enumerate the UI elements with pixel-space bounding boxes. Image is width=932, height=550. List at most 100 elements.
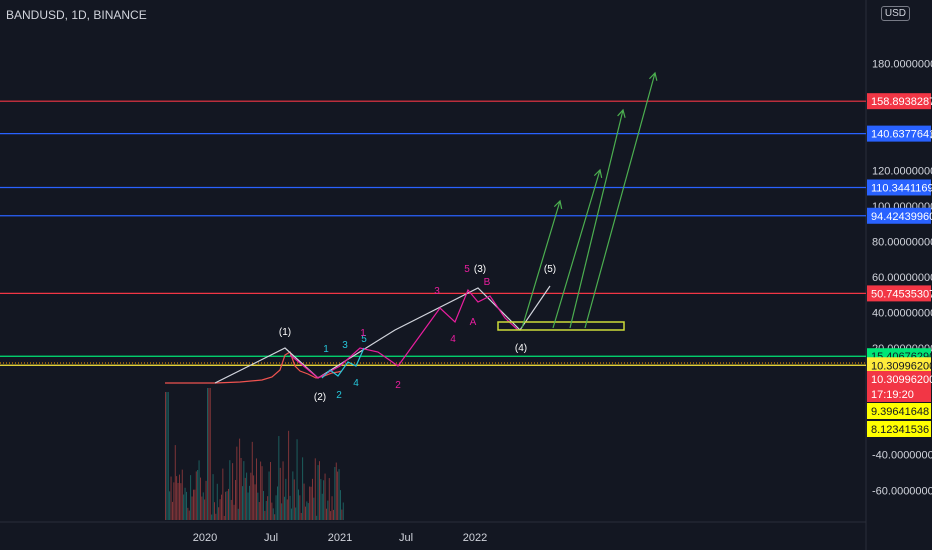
volume-bar bbox=[173, 482, 175, 520]
price-tag-label: 17:19:20 bbox=[871, 389, 914, 401]
y-tick-label: 180.00000000 bbox=[872, 59, 932, 71]
volume-bar bbox=[327, 500, 329, 520]
volume-bar bbox=[302, 457, 304, 520]
volume-bar bbox=[295, 507, 297, 520]
wave-label: (5) bbox=[544, 264, 556, 275]
volume-bar bbox=[209, 388, 211, 520]
volume-bar bbox=[278, 436, 280, 520]
subwave-label: 4 bbox=[353, 378, 359, 389]
volume-bar bbox=[267, 496, 269, 520]
volume-bar bbox=[181, 469, 183, 520]
volume-bar bbox=[323, 480, 325, 520]
volume-bar bbox=[282, 461, 284, 520]
volume-bar bbox=[242, 486, 243, 520]
volume-bar bbox=[299, 495, 301, 520]
volume-bar bbox=[198, 460, 200, 520]
volume-bar bbox=[228, 488, 229, 520]
projection-arrow bbox=[552, 169, 601, 329]
level-price-tag-label: 50.74535307 bbox=[871, 288, 932, 300]
volume-bar bbox=[223, 515, 225, 520]
volume-bar bbox=[337, 471, 339, 520]
volume-bar bbox=[229, 460, 231, 520]
volume-bar bbox=[216, 483, 218, 520]
volume-bar bbox=[261, 466, 263, 520]
price-tag-label: 8.12341536 bbox=[871, 424, 929, 436]
volume-bar bbox=[184, 487, 186, 520]
pattern-label: 2 bbox=[395, 380, 401, 391]
volume-bar bbox=[340, 490, 341, 520]
volume-bar bbox=[208, 388, 210, 520]
price-tag-label: 9.39641648 bbox=[871, 406, 929, 418]
volume-bar bbox=[195, 471, 197, 520]
volume-bar bbox=[176, 476, 178, 520]
volume-bar bbox=[333, 509, 334, 520]
volume-bar bbox=[286, 499, 288, 520]
volume-bar bbox=[319, 461, 320, 520]
volume-bar bbox=[321, 493, 323, 520]
volume-bar bbox=[284, 496, 285, 520]
volume-bar bbox=[256, 458, 257, 520]
volume-bar bbox=[191, 496, 193, 520]
volume-bar bbox=[260, 461, 262, 520]
volume-bar bbox=[317, 465, 319, 520]
volume-bar bbox=[275, 495, 277, 520]
volume-bar bbox=[247, 492, 249, 520]
volume-bar bbox=[320, 479, 322, 520]
volume-bar bbox=[233, 504, 235, 520]
volume-bar bbox=[281, 503, 283, 520]
price-tag-label: 10.30996200 bbox=[871, 374, 932, 386]
volume-bar bbox=[167, 392, 169, 520]
volume-bar bbox=[177, 482, 179, 520]
pattern-label: 4 bbox=[450, 334, 456, 345]
volume-bar bbox=[194, 489, 196, 520]
volume-bar bbox=[250, 472, 252, 520]
volume-bar bbox=[188, 510, 190, 520]
volume-bar bbox=[197, 470, 199, 520]
volume-bar bbox=[214, 502, 215, 520]
volume-bar bbox=[190, 475, 192, 520]
volume-bar bbox=[200, 477, 201, 520]
volume-bar bbox=[226, 491, 228, 520]
price-chart[interactable]: 180.00000000140.00000000120.00000000100.… bbox=[0, 0, 932, 550]
volume-bar bbox=[221, 494, 222, 520]
volume-bar bbox=[328, 478, 330, 520]
volume-bar bbox=[169, 491, 171, 520]
volume-bar bbox=[288, 430, 290, 520]
volume-bar bbox=[310, 486, 312, 520]
volume-bar bbox=[279, 467, 281, 520]
pattern-label: B bbox=[484, 277, 491, 288]
volume-bar bbox=[249, 485, 250, 520]
volume-bar bbox=[303, 483, 305, 520]
level-price-tag-label: 10.30996200 bbox=[871, 360, 932, 372]
volume-bar bbox=[202, 492, 204, 520]
level-price-tag-label: 140.63776418 bbox=[871, 129, 932, 141]
volume-bar bbox=[342, 502, 344, 520]
volume-bar bbox=[179, 474, 180, 520]
volume-bar bbox=[201, 496, 203, 520]
volume-bar bbox=[193, 489, 194, 520]
x-tick-label: 2021 bbox=[328, 532, 352, 544]
pattern-label: A bbox=[470, 317, 477, 328]
volume-bar bbox=[268, 471, 270, 520]
volume-bar bbox=[335, 462, 337, 520]
y-tick-label: -60.00000000 bbox=[872, 485, 932, 497]
volume-bar bbox=[165, 392, 166, 520]
x-tick-label: Jul bbox=[264, 532, 278, 544]
volume-bar bbox=[251, 441, 253, 520]
volume-bar bbox=[225, 491, 227, 520]
volume-bar bbox=[296, 439, 298, 520]
pattern-label: 5 bbox=[464, 264, 470, 275]
volume-bar bbox=[183, 494, 185, 520]
level-price-tag-label: 158.89382873 bbox=[871, 96, 932, 108]
y-tick-label: 80.00000000 bbox=[872, 236, 932, 248]
volume-bar bbox=[306, 501, 308, 520]
volume-bar bbox=[330, 511, 332, 520]
volume-bar bbox=[314, 458, 316, 520]
volume-bar bbox=[313, 497, 315, 520]
volume-bar bbox=[254, 484, 256, 520]
subwave-label: 3 bbox=[342, 340, 348, 351]
volume-bar bbox=[312, 478, 313, 520]
volume-bar bbox=[326, 508, 327, 520]
volume-bar bbox=[265, 500, 267, 520]
x-tick-label: 2022 bbox=[463, 532, 487, 544]
